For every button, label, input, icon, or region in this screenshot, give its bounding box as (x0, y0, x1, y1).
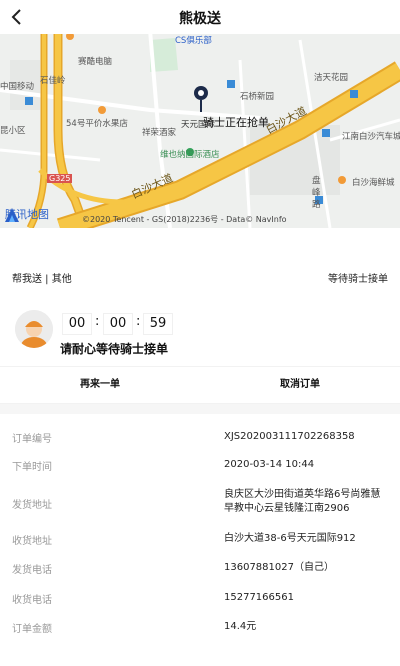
map-label-shijiling: 石佳岭 (40, 76, 66, 86)
map-label-jietian: 洁天花园 (314, 73, 349, 83)
map-view[interactable]: CS俱乐部 赛酷电脑 石佳岭 中国移动 昆小区 54号平价水果店 祥荣酒家 维也… (0, 0, 400, 228)
map-label-xiaoqu: 昆小区 (0, 126, 26, 136)
tencent-map-icon (5, 208, 19, 222)
top-bar: 熊极送 (0, 0, 400, 34)
order-actions: 再来一单 取消订单 (0, 366, 400, 404)
detail-key: 下单时间 (12, 462, 52, 473)
detail-key: 发货电话 (12, 565, 52, 576)
order-status-row: 帮我送 | 其他 等待骑士接单 (0, 262, 400, 292)
detail-key: 发货地址 (12, 500, 52, 511)
wait-message: 请耐心等待骑士接单 (60, 342, 169, 356)
detail-key: 收货电话 (12, 595, 52, 606)
map-label-panjiang: 盘峰路 (312, 176, 321, 210)
map-label-cs-club: CS俱乐部 (175, 36, 212, 46)
order-status-label: 等待骑士接单 (328, 274, 388, 285)
map-label-jiangnan: 江南白沙汽车城 (342, 132, 400, 142)
order-type: 帮我送 | 其他 (12, 274, 72, 285)
timer-section: 00 : 00 : 59 请耐心等待骑士接单 (0, 300, 400, 366)
cancel-order-button[interactable]: 取消订单 (200, 367, 400, 403)
timer-seconds: 59 (143, 313, 173, 335)
rider-status-tip: 骑士正在抢单 (203, 116, 269, 129)
detail-value: 13607881027（自己） (224, 562, 334, 573)
map-label-mobile: 中国移动 (0, 82, 35, 92)
timer-hours: 00 (62, 313, 92, 335)
map-label-g325: G325 (47, 174, 73, 183)
map-label-vietnam-hotel: 维也纳国际酒店 (160, 150, 220, 160)
tencent-map-logo: 腾讯地图 (3, 206, 49, 222)
detail-key: 订单金额 (12, 624, 52, 635)
detail-value: 良庆区大沙田街道英华路6号尚雅慧早教中心云星钱隆江南2906 (224, 489, 381, 514)
map-label-shiqiao: 石桥新园 (240, 92, 275, 102)
detail-key: 订单编号 (12, 434, 52, 445)
section-divider (0, 404, 400, 414)
detail-key: 收货地址 (12, 536, 52, 547)
map-label-fruit-shop: 54号平价水果店 (66, 119, 128, 129)
detail-value: 白沙大道38-6号天元国际912 (224, 533, 356, 544)
rider-avatar-icon (15, 310, 53, 348)
map-copyright: ©2020 Tencent - GS(2018)2236号 - Data© Na… (82, 215, 287, 224)
timer-colon: : (136, 314, 141, 329)
detail-value: 2020-03-14 10:44 (224, 459, 315, 470)
detail-value: 14.4元 (224, 621, 257, 632)
map-label-saiqu: 赛酷电脑 (78, 57, 113, 67)
detail-value: 15277166561 (224, 592, 294, 603)
timer-minutes: 00 (103, 313, 133, 335)
map-label-baisha-hai: 白沙海鲜城 (352, 178, 395, 188)
page-title: 熊极送 (179, 11, 221, 27)
rider-avatar (15, 310, 53, 348)
reorder-button[interactable]: 再来一单 (0, 367, 200, 403)
timer-colon: : (95, 314, 100, 329)
detail-value: XJS202003111702268358 (224, 431, 355, 442)
map-label-xiangrong: 祥荣酒家 (142, 128, 177, 138)
